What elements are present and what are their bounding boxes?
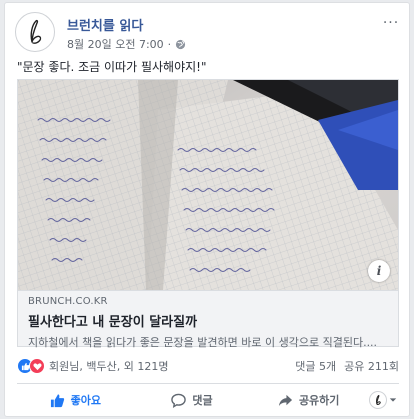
post-header: 브런치를 읽다 8월 20일 오전 7:00 · ··· (15, 12, 401, 54)
globe-icon[interactable] (175, 39, 186, 50)
like-label: 좋아요 (70, 394, 102, 407)
link-preview-image[interactable]: i (18, 80, 398, 290)
share-icon (278, 394, 292, 406)
more-options-button[interactable]: ··· (381, 16, 401, 30)
like-button[interactable]: 좋아요 (17, 385, 134, 415)
chevron-down-icon (389, 398, 397, 402)
link-title[interactable]: 필사한다고 내 문장이 달라질까 (28, 311, 388, 330)
comment-icon (171, 393, 187, 408)
meta-separator: · (167, 37, 172, 51)
comment-label: 댓글 (192, 394, 213, 407)
link-preview-body[interactable]: BRUNCH.CO.KR 필사한다고 내 문장이 달라질까 지하철에서 책을 읽… (18, 290, 398, 349)
page-name-link[interactable]: 브런치를 읽다 (67, 15, 143, 34)
feed-post: 브런치를 읽다 8월 20일 오전 7:00 · ··· "문장 좋다. 조금 … (4, 2, 410, 417)
handwritten-notebook-image (18, 80, 398, 290)
comments-count-link[interactable]: 댓글 5개 (295, 358, 336, 374)
post-actions: 좋아요 댓글 공유하기 (17, 385, 399, 415)
thumbs-up-icon (50, 393, 64, 407)
reactions-bar: 회원님, 백두산, 외 121명 댓글 5개 공유 211회 (17, 355, 399, 377)
brunch-logo-icon (376, 394, 381, 405)
actions-divider (17, 383, 399, 384)
page-avatar[interactable] (15, 12, 55, 52)
comment-button[interactable]: 댓글 (134, 385, 251, 415)
post-meta: 8월 20일 오전 7:00 · (67, 36, 186, 52)
selected-profile-avatar (369, 391, 388, 409)
link-description: 지하철에서 책을 읽다가 좋은 문장을 발견하면 바로 이 생각으로 직결된다.… (28, 336, 378, 349)
share-label: 공유하기 (298, 394, 340, 407)
love-reaction-icon (29, 358, 45, 374)
reaction-icons (17, 358, 45, 374)
post-message: "문장 좋다. 조금 이따가 필사해야지!" (17, 60, 207, 74)
engagement-counts: 댓글 5개 공유 211회 (295, 358, 399, 374)
profile-selector[interactable] (367, 391, 399, 409)
reactions-summary[interactable]: 회원님, 백두산, 외 121명 (17, 358, 168, 374)
post-timestamp[interactable]: 8월 20일 오전 7:00 (67, 36, 164, 52)
brunch-logo-icon (30, 19, 42, 44)
reactions-names[interactable]: 회원님, 백두산, 외 121명 (49, 358, 168, 374)
info-icon[interactable]: i (368, 260, 390, 282)
share-button[interactable]: 공유하기 (250, 385, 367, 415)
link-preview-card[interactable]: i BRUNCH.CO.KR 필사한다고 내 문장이 달라질까 지하철에서 책을… (17, 79, 399, 349)
link-domain: BRUNCH.CO.KR (28, 296, 108, 307)
shares-count-link[interactable]: 공유 211회 (344, 358, 399, 374)
